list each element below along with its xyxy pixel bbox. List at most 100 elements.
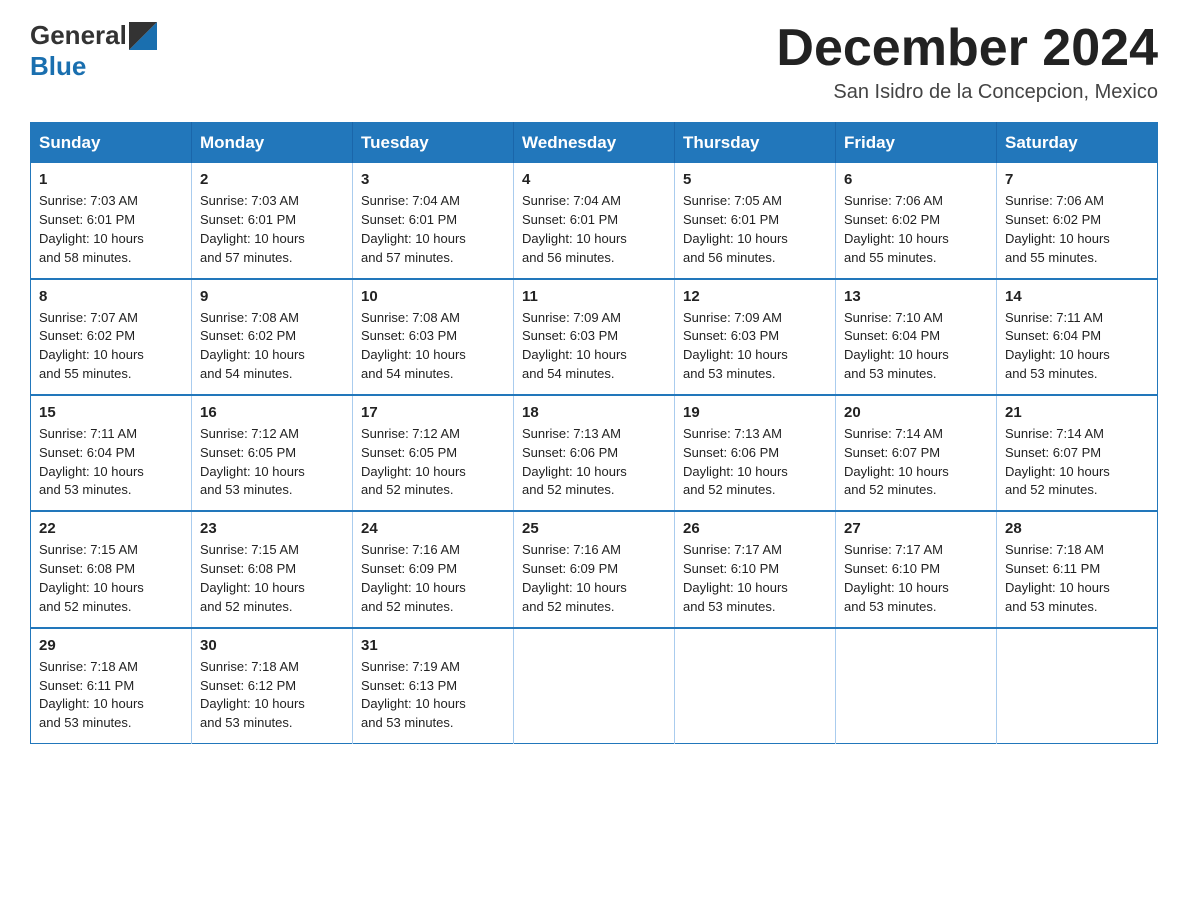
calendar-cell: 19 Sunrise: 7:13 AMSunset: 6:06 PMDaylig… (675, 395, 836, 511)
day-info: Sunrise: 7:15 AMSunset: 6:08 PMDaylight:… (39, 541, 183, 616)
day-number: 31 (361, 637, 505, 654)
day-info: Sunrise: 7:05 AMSunset: 6:01 PMDaylight:… (683, 192, 827, 267)
day-info: Sunrise: 7:18 AMSunset: 6:11 PMDaylight:… (39, 658, 183, 733)
calendar-cell: 6 Sunrise: 7:06 AMSunset: 6:02 PMDayligh… (836, 163, 997, 278)
calendar-cell (675, 628, 836, 744)
calendar-header-friday: Friday (836, 123, 997, 164)
calendar-cell: 18 Sunrise: 7:13 AMSunset: 6:06 PMDaylig… (514, 395, 675, 511)
calendar-header-wednesday: Wednesday (514, 123, 675, 164)
day-info: Sunrise: 7:13 AMSunset: 6:06 PMDaylight:… (522, 425, 666, 500)
calendar-cell: 23 Sunrise: 7:15 AMSunset: 6:08 PMDaylig… (192, 511, 353, 627)
calendar-cell: 11 Sunrise: 7:09 AMSunset: 6:03 PMDaylig… (514, 279, 675, 395)
day-info: Sunrise: 7:17 AMSunset: 6:10 PMDaylight:… (844, 541, 988, 616)
day-number: 21 (1005, 404, 1149, 421)
day-number: 19 (683, 404, 827, 421)
day-number: 20 (844, 404, 988, 421)
calendar-cell: 27 Sunrise: 7:17 AMSunset: 6:10 PMDaylig… (836, 511, 997, 627)
day-number: 9 (200, 288, 344, 305)
day-info: Sunrise: 7:14 AMSunset: 6:07 PMDaylight:… (1005, 425, 1149, 500)
calendar-cell: 30 Sunrise: 7:18 AMSunset: 6:12 PMDaylig… (192, 628, 353, 744)
calendar-week-4: 22 Sunrise: 7:15 AMSunset: 6:08 PMDaylig… (31, 511, 1158, 627)
day-number: 17 (361, 404, 505, 421)
day-number: 8 (39, 288, 183, 305)
day-info: Sunrise: 7:09 AMSunset: 6:03 PMDaylight:… (683, 309, 827, 384)
calendar-cell: 24 Sunrise: 7:16 AMSunset: 6:09 PMDaylig… (353, 511, 514, 627)
calendar-cell: 21 Sunrise: 7:14 AMSunset: 6:07 PMDaylig… (997, 395, 1158, 511)
day-number: 26 (683, 520, 827, 537)
day-number: 28 (1005, 520, 1149, 537)
calendar-cell: 1 Sunrise: 7:03 AMSunset: 6:01 PMDayligh… (31, 163, 192, 278)
day-info: Sunrise: 7:13 AMSunset: 6:06 PMDaylight:… (683, 425, 827, 500)
day-info: Sunrise: 7:14 AMSunset: 6:07 PMDaylight:… (844, 425, 988, 500)
calendar-week-1: 1 Sunrise: 7:03 AMSunset: 6:01 PMDayligh… (31, 163, 1158, 278)
calendar-cell: 14 Sunrise: 7:11 AMSunset: 6:04 PMDaylig… (997, 279, 1158, 395)
day-number: 24 (361, 520, 505, 537)
calendar-table: SundayMondayTuesdayWednesdayThursdayFrid… (30, 122, 1158, 744)
logo-icon (129, 22, 157, 50)
calendar-cell: 22 Sunrise: 7:15 AMSunset: 6:08 PMDaylig… (31, 511, 192, 627)
day-number: 12 (683, 288, 827, 305)
calendar-header-thursday: Thursday (675, 123, 836, 164)
day-number: 2 (200, 171, 344, 188)
calendar-week-2: 8 Sunrise: 7:07 AMSunset: 6:02 PMDayligh… (31, 279, 1158, 395)
day-info: Sunrise: 7:11 AMSunset: 6:04 PMDaylight:… (1005, 309, 1149, 384)
logo-general-text: General (30, 20, 127, 51)
calendar-cell: 26 Sunrise: 7:17 AMSunset: 6:10 PMDaylig… (675, 511, 836, 627)
day-info: Sunrise: 7:04 AMSunset: 6:01 PMDaylight:… (361, 192, 505, 267)
day-number: 10 (361, 288, 505, 305)
day-info: Sunrise: 7:04 AMSunset: 6:01 PMDaylight:… (522, 192, 666, 267)
calendar-cell: 25 Sunrise: 7:16 AMSunset: 6:09 PMDaylig… (514, 511, 675, 627)
day-info: Sunrise: 7:03 AMSunset: 6:01 PMDaylight:… (200, 192, 344, 267)
day-info: Sunrise: 7:10 AMSunset: 6:04 PMDaylight:… (844, 309, 988, 384)
day-number: 4 (522, 171, 666, 188)
day-number: 7 (1005, 171, 1149, 188)
day-info: Sunrise: 7:09 AMSunset: 6:03 PMDaylight:… (522, 309, 666, 384)
day-number: 18 (522, 404, 666, 421)
day-number: 13 (844, 288, 988, 305)
day-info: Sunrise: 7:03 AMSunset: 6:01 PMDaylight:… (39, 192, 183, 267)
day-info: Sunrise: 7:18 AMSunset: 6:11 PMDaylight:… (1005, 541, 1149, 616)
day-number: 22 (39, 520, 183, 537)
location-text: San Isidro de la Concepcion, Mexico (776, 81, 1158, 104)
month-title: December 2024 (776, 20, 1158, 77)
calendar-cell: 29 Sunrise: 7:18 AMSunset: 6:11 PMDaylig… (31, 628, 192, 744)
calendar-header-saturday: Saturday (997, 123, 1158, 164)
calendar-cell: 12 Sunrise: 7:09 AMSunset: 6:03 PMDaylig… (675, 279, 836, 395)
day-info: Sunrise: 7:19 AMSunset: 6:13 PMDaylight:… (361, 658, 505, 733)
calendar-week-3: 15 Sunrise: 7:11 AMSunset: 6:04 PMDaylig… (31, 395, 1158, 511)
logo-blue-text: Blue (30, 51, 157, 82)
calendar-cell: 15 Sunrise: 7:11 AMSunset: 6:04 PMDaylig… (31, 395, 192, 511)
calendar-cell: 31 Sunrise: 7:19 AMSunset: 6:13 PMDaylig… (353, 628, 514, 744)
calendar-cell: 17 Sunrise: 7:12 AMSunset: 6:05 PMDaylig… (353, 395, 514, 511)
day-info: Sunrise: 7:08 AMSunset: 6:03 PMDaylight:… (361, 309, 505, 384)
page-header: General Blue December 2024 San Isidro de… (30, 20, 1158, 104)
calendar-cell (836, 628, 997, 744)
day-info: Sunrise: 7:08 AMSunset: 6:02 PMDaylight:… (200, 309, 344, 384)
day-number: 6 (844, 171, 988, 188)
calendar-cell: 9 Sunrise: 7:08 AMSunset: 6:02 PMDayligh… (192, 279, 353, 395)
calendar-cell: 28 Sunrise: 7:18 AMSunset: 6:11 PMDaylig… (997, 511, 1158, 627)
calendar-cell: 5 Sunrise: 7:05 AMSunset: 6:01 PMDayligh… (675, 163, 836, 278)
day-info: Sunrise: 7:12 AMSunset: 6:05 PMDaylight:… (200, 425, 344, 500)
day-number: 27 (844, 520, 988, 537)
day-number: 30 (200, 637, 344, 654)
day-info: Sunrise: 7:07 AMSunset: 6:02 PMDaylight:… (39, 309, 183, 384)
day-info: Sunrise: 7:17 AMSunset: 6:10 PMDaylight:… (683, 541, 827, 616)
calendar-cell: 3 Sunrise: 7:04 AMSunset: 6:01 PMDayligh… (353, 163, 514, 278)
day-info: Sunrise: 7:06 AMSunset: 6:02 PMDaylight:… (844, 192, 988, 267)
day-number: 5 (683, 171, 827, 188)
calendar-cell: 10 Sunrise: 7:08 AMSunset: 6:03 PMDaylig… (353, 279, 514, 395)
day-info: Sunrise: 7:06 AMSunset: 6:02 PMDaylight:… (1005, 192, 1149, 267)
title-block: December 2024 San Isidro de la Concepcio… (776, 20, 1158, 104)
day-info: Sunrise: 7:16 AMSunset: 6:09 PMDaylight:… (361, 541, 505, 616)
calendar-header-tuesday: Tuesday (353, 123, 514, 164)
calendar-cell: 2 Sunrise: 7:03 AMSunset: 6:01 PMDayligh… (192, 163, 353, 278)
calendar-cell: 20 Sunrise: 7:14 AMSunset: 6:07 PMDaylig… (836, 395, 997, 511)
calendar-cell: 7 Sunrise: 7:06 AMSunset: 6:02 PMDayligh… (997, 163, 1158, 278)
calendar-cell: 8 Sunrise: 7:07 AMSunset: 6:02 PMDayligh… (31, 279, 192, 395)
calendar-cell (997, 628, 1158, 744)
calendar-cell (514, 628, 675, 744)
calendar-header-monday: Monday (192, 123, 353, 164)
day-info: Sunrise: 7:12 AMSunset: 6:05 PMDaylight:… (361, 425, 505, 500)
calendar-cell: 13 Sunrise: 7:10 AMSunset: 6:04 PMDaylig… (836, 279, 997, 395)
